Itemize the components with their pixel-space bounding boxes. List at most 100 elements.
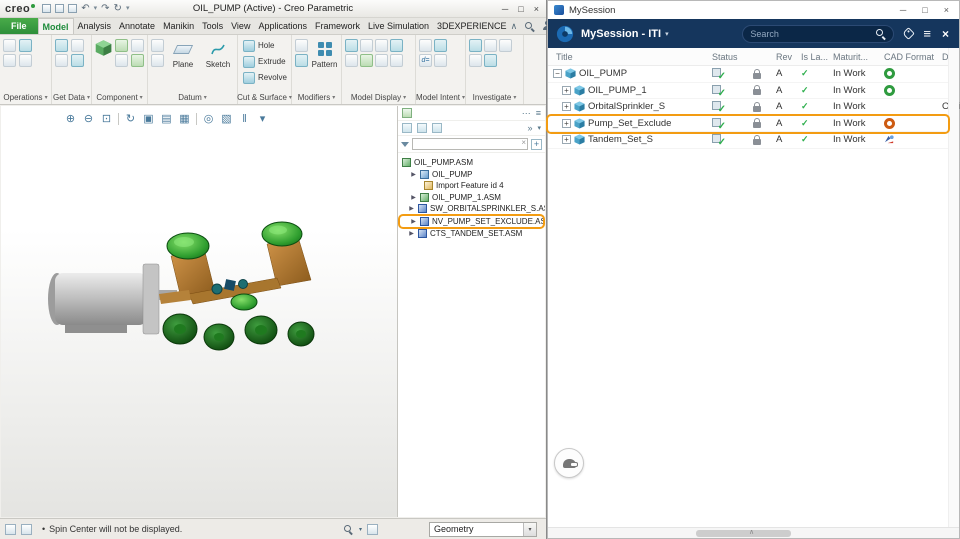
appearance-icon[interactable] [390, 39, 403, 52]
model-display-group-label[interactable]: Model Display ▾ [342, 91, 415, 104]
assistant-button[interactable] [554, 448, 584, 478]
expander-icon[interactable]: ▶ [410, 171, 417, 178]
search-model-icon[interactable] [499, 39, 512, 52]
tree-item[interactable]: ▶ OIL_PUMP_1.ASM [398, 192, 545, 204]
expander-icon[interactable]: ▶ [408, 230, 415, 237]
investigate-group-label[interactable]: Investigate ▾ [466, 91, 523, 104]
get-data-extra3-icon[interactable] [71, 54, 84, 67]
toolbar-more-icon[interactable]: ▾ [255, 111, 270, 126]
column-is-latest[interactable]: Is La... [801, 48, 828, 65]
saved-orientations-icon[interactable]: ▤ [159, 111, 174, 126]
close-button[interactable]: × [944, 5, 949, 15]
undo-menu-icon[interactable]: ▾ [94, 5, 98, 12]
family-table-icon[interactable] [419, 39, 432, 52]
search-input[interactable] [750, 28, 871, 39]
column-status[interactable]: Status [712, 48, 738, 65]
collapse-ribbon-icon[interactable]: ∧ [511, 21, 518, 32]
vertical-scrollbar[interactable] [948, 48, 959, 527]
save-icon[interactable] [68, 4, 78, 13]
tree-detail-view-icon[interactable] [417, 123, 427, 133]
tab-analysis[interactable]: Analysis [74, 18, 116, 34]
datum-display-icon[interactable]: ▦ [177, 111, 192, 126]
section-icon[interactable] [345, 54, 358, 67]
tree-item[interactable]: ▶ OIL_PUMP [398, 169, 545, 181]
revolve-button[interactable]: Revolve [241, 70, 289, 85]
hole-button[interactable]: Hole [241, 38, 276, 53]
tree-column-view-icon[interactable] [432, 123, 442, 133]
tab-applications[interactable]: Applications [254, 18, 311, 34]
tree-tab-icon[interactable] [402, 108, 412, 118]
tree-menu-icon[interactable]: ≡ [536, 108, 541, 118]
relations-icon[interactable]: d= [419, 54, 432, 67]
get-data-extra-icon[interactable] [55, 54, 68, 67]
component-extra3-icon[interactable] [131, 39, 144, 52]
annotation-display-icon[interactable]: ▧ [219, 111, 234, 126]
hidden-line-icon[interactable] [375, 39, 388, 52]
collapse-button[interactable]: − [553, 69, 562, 79]
zoom-out-icon[interactable]: ⊖ [81, 111, 96, 126]
search-box[interactable] [742, 24, 895, 43]
tree-list-view-icon[interactable] [402, 123, 412, 133]
minimize-button[interactable]: ─ [502, 4, 508, 14]
component-extra4-icon[interactable] [131, 54, 144, 67]
tree-filter-input[interactable] [412, 138, 528, 150]
tree-item[interactable]: OIL_PUMP.ASM [398, 157, 545, 169]
measure-icon[interactable] [484, 54, 497, 67]
table-row-highlighted[interactable]: + Pump_Set_Exclude A ✓ In Work [548, 116, 948, 132]
scene-icon[interactable] [360, 54, 373, 67]
app-title[interactable]: MySession - ITI ▾ [581, 28, 669, 40]
chevron-down-icon[interactable]: ▾ [537, 124, 541, 132]
pattern-button[interactable]: Pattern [311, 39, 338, 69]
find-tool-icon[interactable] [343, 524, 354, 535]
regenerate-icon[interactable]: ↻ [114, 3, 122, 14]
delete-icon[interactable] [19, 39, 32, 52]
reference-viewer-icon[interactable] [484, 39, 497, 52]
expand-button[interactable]: + [562, 85, 571, 95]
operations-extra-icon[interactable] [19, 54, 32, 67]
command-search-icon[interactable] [524, 21, 535, 32]
mirror-icon[interactable] [295, 39, 308, 52]
close-session-icon[interactable]: × [942, 27, 949, 41]
tree-item[interactable]: ▶ SW_ORBITALSPRINKLER_S.ASM [398, 203, 545, 215]
maximize-button[interactable]: □ [922, 5, 927, 15]
operations-group-label[interactable]: Operations ▾ [0, 91, 51, 104]
get-data-extra2-icon[interactable] [71, 39, 84, 52]
redo-icon[interactable]: ↷ [101, 3, 109, 14]
repaint-icon[interactable]: ↻ [123, 111, 138, 126]
horizontal-scrollbar[interactable]: ∧ [548, 527, 959, 538]
selection-box-icon[interactable] [367, 523, 378, 535]
import-icon[interactable] [55, 39, 68, 52]
cut-surface-group-label[interactable]: Cut & Surface ▾ [237, 91, 292, 104]
3ds-compass-logo-icon[interactable] [556, 25, 574, 43]
tab-annotate[interactable]: Annotate [115, 18, 159, 34]
extrude-button[interactable]: Extrude [241, 54, 288, 69]
table-row[interactable]: + OrbitalSprinkler_S A ✓ In Work Orbi [548, 99, 960, 116]
tab-file[interactable]: File [0, 18, 38, 34]
annotations-toggle-icon[interactable] [21, 523, 32, 535]
tab-live-simulation[interactable]: Live Simulation [364, 18, 433, 34]
tab-model[interactable]: Model [37, 18, 74, 34]
close-button[interactable]: × [534, 4, 539, 14]
open-file-icon[interactable] [55, 4, 65, 13]
clear-filter-icon[interactable]: × [521, 138, 526, 147]
column-maturity[interactable]: Maturit... [833, 48, 868, 65]
axis-icon[interactable] [151, 39, 164, 52]
parameters-icon[interactable] [434, 39, 447, 52]
display-style-icon[interactable]: ▣ [141, 111, 156, 126]
component-extra-icon[interactable] [115, 39, 128, 52]
expander-icon[interactable]: ▶ [410, 218, 417, 225]
expander-icon[interactable]: ▶ [408, 205, 415, 212]
datum-toggle-icon[interactable] [5, 523, 16, 535]
tab-tools[interactable]: Tools [198, 18, 227, 34]
minimize-button[interactable]: ─ [900, 5, 906, 15]
shading-style-icon[interactable] [345, 39, 358, 52]
expand-button[interactable]: + [562, 102, 571, 112]
sketch-button[interactable]: Sketch [202, 39, 234, 69]
spin-center-icon[interactable]: ◎ [201, 111, 216, 126]
model-intent-group-label[interactable]: Model Intent ▾ [416, 91, 465, 104]
expand-panel-chevron-icon[interactable]: ∧ [749, 528, 754, 536]
refit-icon[interactable]: ⊡ [99, 111, 114, 126]
component-extra2-icon[interactable] [115, 54, 128, 67]
column-rev[interactable]: Rev [776, 48, 792, 65]
paste-icon[interactable] [3, 39, 16, 52]
